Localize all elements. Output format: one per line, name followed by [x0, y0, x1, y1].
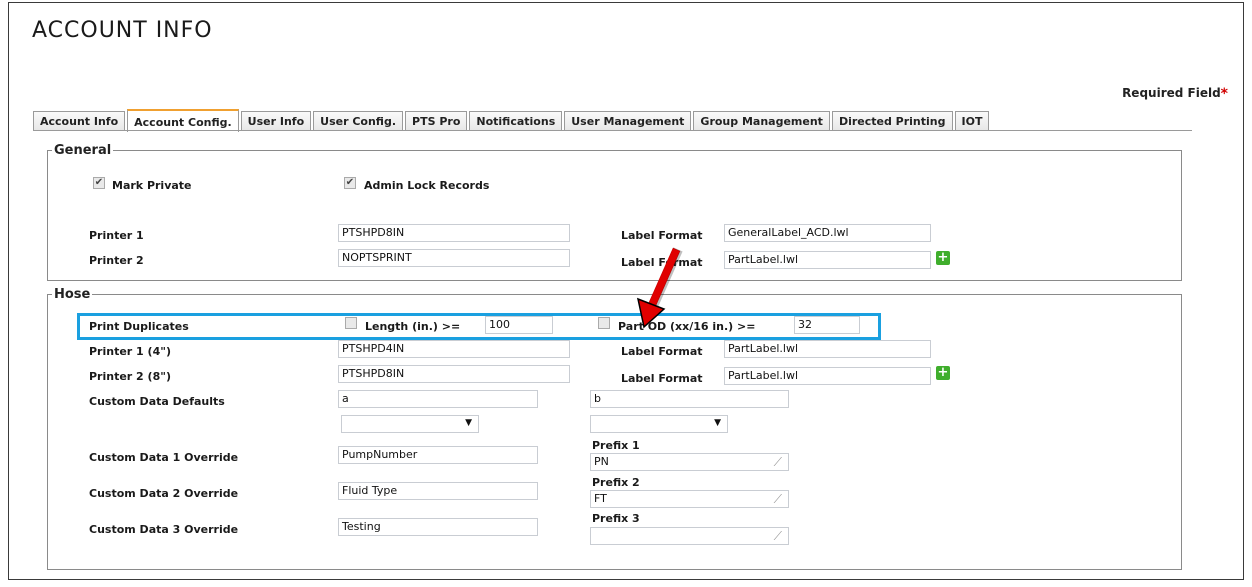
general-group: General — [47, 143, 1182, 281]
chevron-down-icon: ▼ — [465, 418, 472, 428]
tab-user-info[interactable]: User Info — [240, 111, 312, 131]
tab-account-config[interactable]: Account Config. — [127, 109, 239, 132]
label-format1-input[interactable]: GeneralLabel_ACD.lwl — [724, 224, 931, 242]
prefix2-label: Prefix 2 — [592, 476, 640, 489]
custom-defaults-label: Custom Data Defaults — [89, 395, 225, 408]
hose-printer2-label: Printer 2 (8") — [89, 370, 171, 383]
required-field-note: Required Field* — [1122, 86, 1228, 102]
hose-label-format1-label: Label Format — [621, 345, 703, 358]
printer1-label: Printer 1 — [89, 229, 144, 242]
hose-label-format1-input[interactable]: PartLabel.lwl — [724, 340, 931, 358]
printer2-input[interactable]: NOPTSPRINT — [338, 249, 570, 267]
override2-label: Custom Data 2 Override — [89, 487, 239, 500]
custom-default-b-select[interactable]: ▼ — [590, 415, 728, 433]
mark-private-checkbox[interactable]: ✔ — [93, 177, 105, 189]
custom-default-b-input[interactable]: b — [590, 390, 789, 408]
hose-printer1-input[interactable]: PTSHPD4IN — [338, 340, 570, 358]
tab-notifications[interactable]: Notifications — [469, 111, 563, 131]
general-legend: General — [54, 143, 112, 158]
hose-legend: Hose — [54, 287, 91, 302]
tab-iot[interactable]: IOT — [954, 111, 990, 131]
custom-default-a-input[interactable]: a — [338, 390, 538, 408]
print-duplicates-highlight — [77, 313, 881, 340]
tab-pts-pro[interactable]: PTS Pro — [405, 111, 468, 131]
hose-printer1-label: Printer 1 (4") — [89, 345, 171, 358]
required-field-label: Required Field — [1122, 86, 1221, 100]
override1-label: Custom Data 1 Override — [89, 451, 239, 464]
custom-default-a-select[interactable]: ▼ — [341, 415, 479, 433]
tab-account-info[interactable]: Account Info — [33, 111, 126, 131]
required-star: * — [1220, 86, 1228, 102]
tab-directed-printing[interactable]: Directed Printing — [831, 111, 953, 131]
add-hose-printer-icon[interactable]: + — [936, 366, 950, 380]
prefix1-label: Prefix 1 — [592, 439, 640, 452]
override1-input[interactable]: PumpNumber — [338, 446, 538, 464]
label-format1-label: Label Format — [621, 229, 703, 242]
tab-divider — [33, 130, 1192, 131]
tab-bar: Account Info Account Config. User Info U… — [33, 108, 991, 132]
prefix2-value: FT — [594, 492, 607, 505]
wrench-icon[interactable]: ⟋ — [774, 455, 782, 469]
prefix1-value: PN — [594, 455, 609, 468]
label-format2-input[interactable]: PartLabel.lwl — [724, 251, 931, 269]
admin-lock-label: Admin Lock Records — [364, 179, 490, 192]
hose-printer2-input[interactable]: PTSHPD8IN — [338, 365, 570, 383]
tab-user-management[interactable]: User Management — [564, 111, 692, 131]
prefix2-input[interactable]: FT ⟋ — [590, 490, 789, 508]
wrench-icon[interactable]: ⟋ — [774, 492, 782, 506]
hose-label-format2-input[interactable]: PartLabel.lwl — [724, 367, 931, 385]
printer2-label: Printer 2 — [89, 254, 144, 267]
prefix1-input[interactable]: PN ⟋ — [590, 453, 789, 471]
tab-user-config[interactable]: User Config. — [313, 111, 404, 131]
prefix3-label: Prefix 3 — [592, 512, 640, 525]
tab-group-management[interactable]: Group Management — [693, 111, 830, 131]
wrench-icon[interactable]: ⟋ — [774, 529, 782, 543]
override2-input[interactable]: Fluid Type — [338, 482, 538, 500]
annotation-arrow-icon — [636, 247, 683, 329]
override3-label: Custom Data 3 Override — [89, 523, 239, 536]
add-printer-icon[interactable]: + — [936, 251, 950, 265]
mark-private-label: Mark Private — [112, 179, 192, 192]
hose-label-format2-label: Label Format — [621, 372, 703, 385]
printer1-input[interactable]: PTSHPD8IN — [338, 224, 570, 242]
prefix3-input[interactable]: ⟋ — [590, 527, 789, 545]
admin-lock-checkbox[interactable]: ✔ — [344, 177, 356, 189]
page-title: ACCOUNT INFO — [32, 18, 213, 43]
override3-input[interactable]: Testing — [338, 518, 538, 536]
chevron-down-icon: ▼ — [714, 418, 721, 428]
